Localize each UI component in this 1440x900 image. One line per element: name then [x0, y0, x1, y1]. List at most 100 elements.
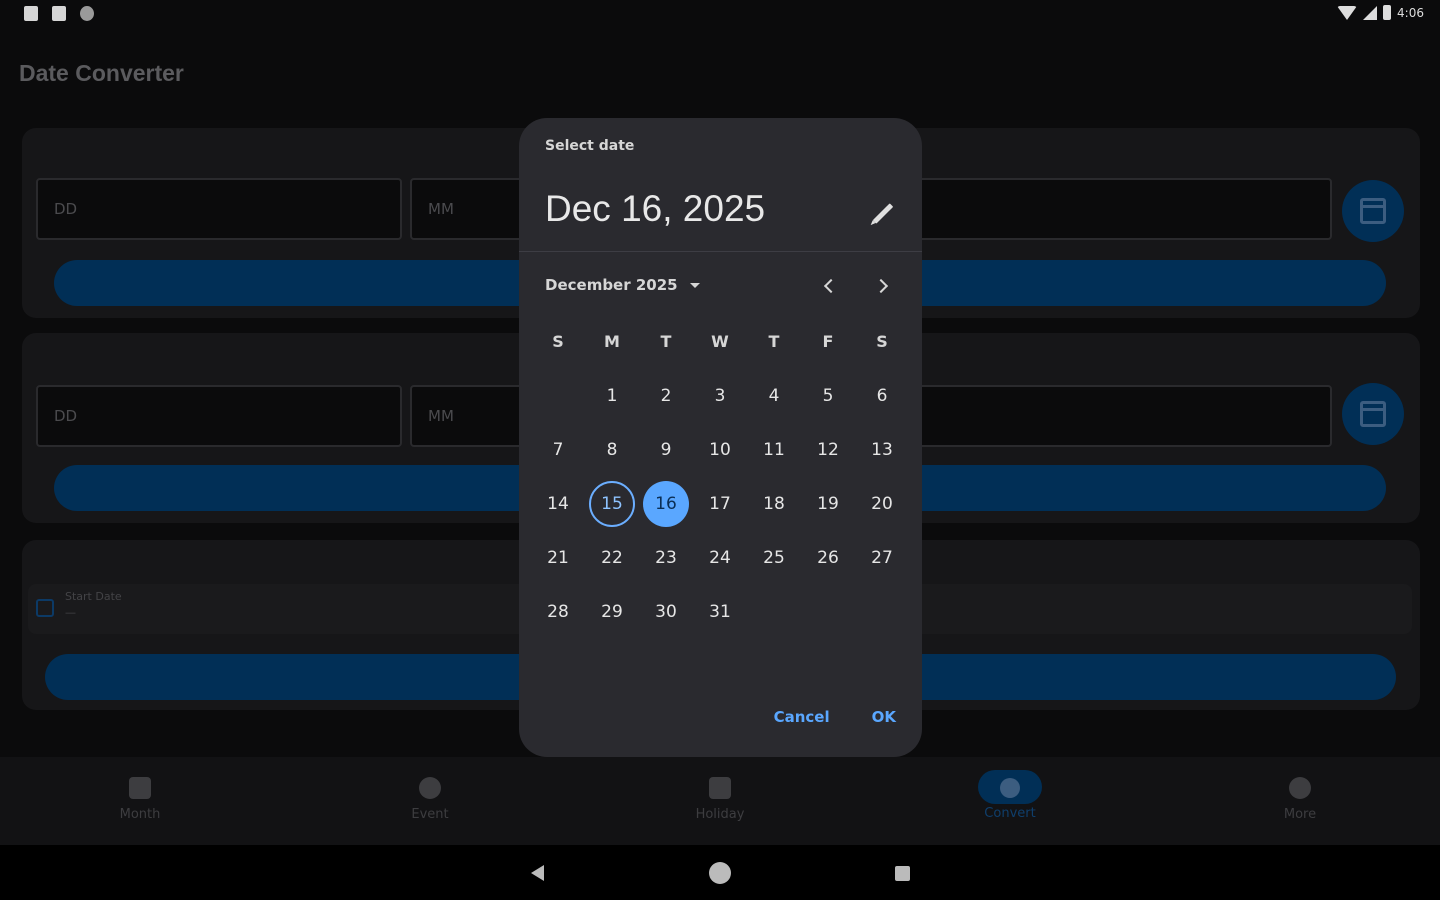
days-of-week-row: S M T W T F S	[531, 315, 909, 369]
wifi-icon	[1337, 5, 1358, 20]
calendar-day-24[interactable]: 24	[693, 531, 747, 585]
day-number: 20	[871, 494, 893, 514]
day-number: 21	[547, 548, 569, 568]
calendar-day-23[interactable]: 23	[639, 531, 693, 585]
nav-item-convert[interactable]: Convert	[935, 757, 1085, 845]
day-number: 23	[655, 548, 677, 568]
calendar-day-9[interactable]: 9	[639, 423, 693, 477]
calendar-day-22[interactable]: 22	[585, 531, 639, 585]
calendar-day-11[interactable]: 11	[747, 423, 801, 477]
start-date-value: —	[65, 606, 76, 619]
calendar-day-17[interactable]: 17	[693, 477, 747, 531]
cancel-button[interactable]: Cancel	[774, 708, 830, 726]
calendar-day-25[interactable]: 25	[747, 531, 801, 585]
day-number: 9	[660, 440, 672, 460]
divider	[519, 251, 922, 252]
calendar-day-27[interactable]: 27	[855, 531, 909, 585]
nav-item-holiday[interactable]: Holiday	[645, 757, 795, 845]
calendar-day-20[interactable]: 20	[855, 477, 909, 531]
calendar-day-8[interactable]: 8	[585, 423, 639, 477]
nav-label: Convert	[984, 806, 1036, 821]
ok-button[interactable]: OK	[872, 708, 896, 726]
day-number: 12	[817, 440, 839, 460]
day-number: 15	[601, 494, 623, 514]
calendar-day-5[interactable]: 5	[801, 369, 855, 423]
calendar-day-14[interactable]: 14	[531, 477, 585, 531]
calendar-day-10[interactable]: 10	[693, 423, 747, 477]
app-bar: Date Converter	[0, 30, 1440, 108]
bottom-navigation: Month Event Holiday Convert More	[0, 757, 1440, 845]
day-field-2[interactable]: DD	[36, 385, 402, 447]
day-number: 10	[709, 440, 731, 460]
day-number: 19	[817, 494, 839, 514]
day-number: 17	[709, 494, 731, 514]
calendar-day-6[interactable]: 6	[855, 369, 909, 423]
day-of-week: T	[660, 332, 672, 351]
calendar-day-19[interactable]: 19	[801, 477, 855, 531]
next-month-button[interactable]	[869, 272, 897, 300]
nav-item-month[interactable]: Month	[65, 757, 215, 845]
calendar-day-1[interactable]: 1	[585, 369, 639, 423]
calendar-button-2[interactable]	[1342, 383, 1404, 445]
day-field-1[interactable]: DD	[36, 178, 402, 240]
day-number: 30	[655, 602, 677, 622]
previous-month-button[interactable]	[815, 272, 843, 300]
day-number: 1	[606, 386, 618, 406]
date-picker-dialog: Select date Dec 16, 2025 December 2025 S…	[519, 118, 922, 757]
pencil-icon	[872, 203, 894, 224]
calendar-week: 1 2 3 4 5 6	[531, 369, 909, 423]
day-of-week: W	[711, 332, 729, 351]
edit-date-button[interactable]	[863, 194, 901, 232]
day-number: 25	[763, 548, 785, 568]
page-title: Date Converter	[19, 60, 184, 86]
calendar-day-2[interactable]: 2	[639, 369, 693, 423]
day-number: 26	[817, 548, 839, 568]
day-number: 22	[601, 548, 623, 568]
nav-item-event[interactable]: Event	[355, 757, 505, 845]
day-number: 24	[709, 548, 731, 568]
nav-item-more[interactable]: More	[1225, 757, 1375, 845]
day-number: 14	[547, 494, 569, 514]
day-number: 31	[709, 602, 731, 622]
calendar-day-16[interactable]: 16	[639, 477, 693, 531]
calendar-day-15[interactable]: 15	[585, 477, 639, 531]
day-number: 16	[655, 494, 677, 514]
calendar-day-7[interactable]: 7	[531, 423, 585, 477]
calendar-day-13[interactable]: 13	[855, 423, 909, 477]
day-placeholder: DD	[54, 200, 78, 218]
calendar-icon	[1360, 401, 1386, 427]
calendar-day-29[interactable]: 29	[585, 585, 639, 639]
system-navigation	[0, 845, 1440, 900]
day-number: 29	[601, 602, 623, 622]
home-icon[interactable]	[709, 862, 731, 884]
day-number: 8	[606, 440, 618, 460]
calendar-day-28[interactable]: 28	[531, 585, 585, 639]
calendar-day-4[interactable]: 4	[747, 369, 801, 423]
calendar-day-12[interactable]: 12	[801, 423, 855, 477]
calendar-week: 7 8 9 10 11 12 13	[531, 423, 909, 477]
day-placeholder: DD	[54, 407, 78, 425]
calendar-day-26[interactable]: 26	[801, 531, 855, 585]
recents-icon[interactable]	[895, 866, 910, 881]
calendar-week: 28 29 30 31	[531, 585, 909, 639]
calendar-day-18[interactable]: 18	[747, 477, 801, 531]
calendar-day-21[interactable]: 21	[531, 531, 585, 585]
nav-label: Month	[119, 807, 161, 822]
calendar-button-1[interactable]	[1342, 180, 1404, 242]
calendar-day-3[interactable]: 3	[693, 369, 747, 423]
day-of-week: S	[552, 332, 564, 351]
weeks: 1 2 3 4 5 6 7 8 9 10 11 12 13 14 15 16 17 18 19 20 21 22 23 24 2…	[531, 369, 909, 639]
status-time: 4:06	[1397, 5, 1424, 20]
back-icon[interactable]	[531, 865, 544, 881]
day-number: 11	[763, 440, 785, 460]
sd-card-icon	[52, 6, 66, 21]
calendar-day-30[interactable]: 30	[639, 585, 693, 639]
day-number: 18	[763, 494, 785, 514]
circle-icon	[80, 6, 94, 21]
calendar-day-31[interactable]: 31	[693, 585, 747, 639]
month-placeholder: MM	[428, 407, 454, 425]
day-of-week: F	[822, 332, 834, 351]
start-date-label: Start Date	[65, 590, 122, 603]
nav-label: More	[1283, 807, 1317, 822]
month-year-selector[interactable]: December 2025	[545, 273, 700, 297]
